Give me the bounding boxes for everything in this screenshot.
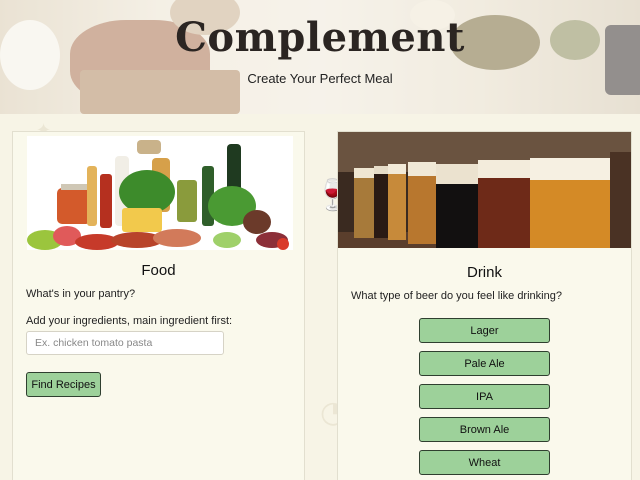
ingredients-label: Add your ingredients, main ingredient fi…: [26, 315, 233, 327]
page-title: Complement: [175, 14, 465, 61]
pantry-prompt: What's in your pantry?: [26, 288, 136, 300]
hero-banner: Complement Create Your Perfect Meal: [0, 0, 640, 114]
beer-option-wheat-button[interactable]: Wheat: [419, 450, 550, 475]
page-subtitle: Create Your Perfect Meal: [247, 71, 393, 86]
beer-option-pale-ale-button[interactable]: Pale Ale: [419, 351, 550, 376]
beer-option-brown-ale-button[interactable]: Brown Ale: [419, 417, 550, 442]
groceries-image: [27, 136, 293, 250]
beer-option-lager-button[interactable]: Lager: [419, 318, 550, 343]
find-recipes-button[interactable]: Find Recipes: [26, 372, 101, 397]
food-card: Food What's in your pantry? Add your ing…: [12, 131, 305, 480]
ingredients-input[interactable]: [26, 331, 224, 355]
beer-flight-image: [338, 132, 631, 248]
beer-option-ipa-button[interactable]: IPA: [419, 384, 550, 409]
beer-prompt: What type of beer do you feel like drink…: [351, 290, 562, 302]
drink-card: Drink What type of beer do you feel like…: [337, 131, 632, 480]
drink-title: Drink: [466, 264, 502, 281]
food-title: Food: [141, 262, 176, 279]
